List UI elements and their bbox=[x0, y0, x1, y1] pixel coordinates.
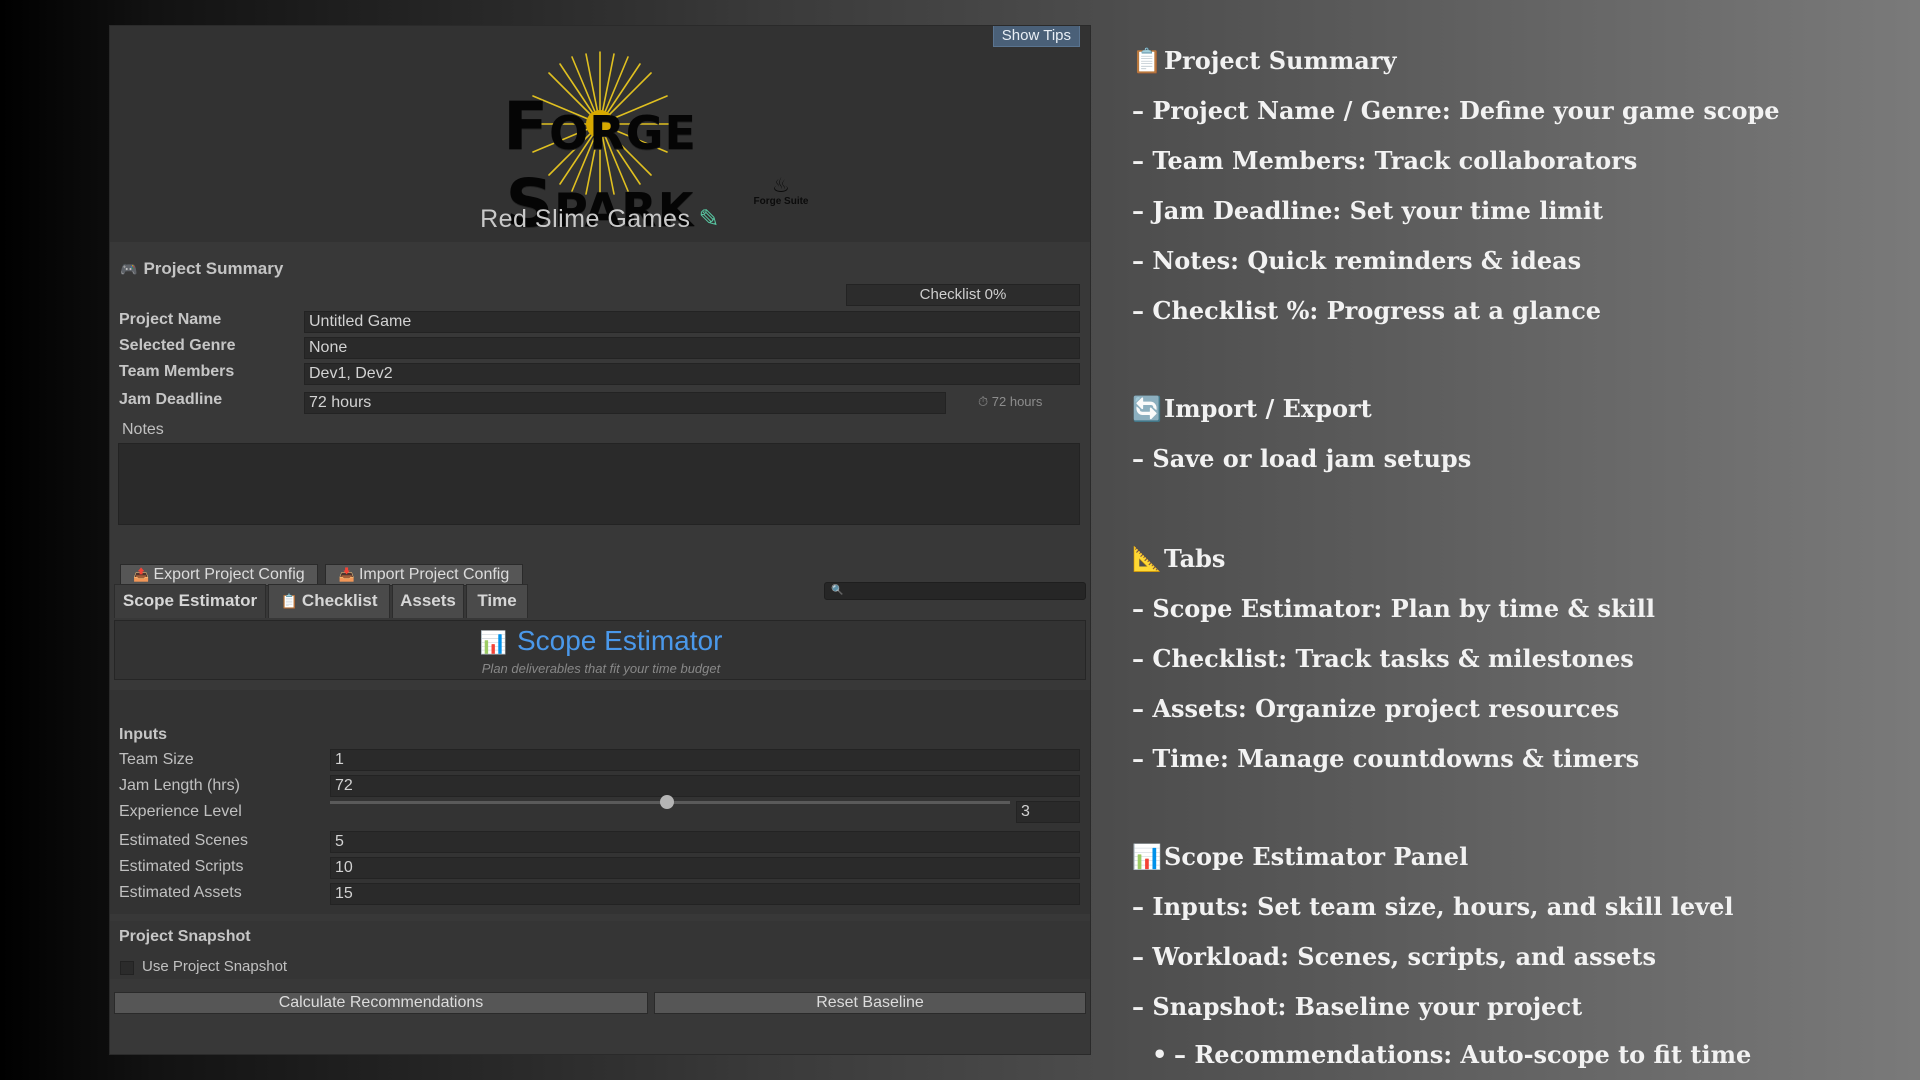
jam-deadline-field[interactable]: 72 hours bbox=[304, 392, 946, 414]
tab-checklist[interactable]: 📋 Checklist bbox=[268, 584, 390, 618]
tip-item: – Checklist %: Progress at a glance bbox=[1132, 296, 1602, 325]
tip-item: – Checklist: Track tasks & milestones bbox=[1132, 644, 1634, 673]
tip-item: – Jam Deadline: Set your time limit bbox=[1132, 196, 1604, 225]
jam-length-field[interactable]: 72 bbox=[330, 775, 1080, 797]
tip-item: – Save or load jam setups bbox=[1132, 444, 1472, 473]
search-icon: 🔍 bbox=[831, 585, 844, 596]
show-tips-button[interactable]: Show Tips bbox=[992, 26, 1080, 47]
tip-item: – Project Name / Genre: Define your game… bbox=[1132, 96, 1780, 125]
jam-deadline-label: Jam Deadline bbox=[119, 391, 223, 408]
tab-time[interactable]: Time bbox=[466, 584, 528, 618]
notes-label: Notes bbox=[122, 421, 164, 438]
reset-baseline-button[interactable]: Reset Baseline bbox=[654, 992, 1086, 1014]
forge-spark-panel: Show Tips Forge Spark ♨ Forge Suite Red … bbox=[110, 26, 1090, 1054]
estimated-scripts-field[interactable]: 10 bbox=[330, 857, 1080, 879]
search-input[interactable]: 🔍 bbox=[824, 582, 1086, 600]
import-icon: 📥 bbox=[338, 567, 355, 582]
scope-estimator-title: 📊 Scope Estimator bbox=[479, 625, 723, 656]
clipboard-icon: 📋 bbox=[1132, 47, 1162, 75]
scope-estimator-header: 📊 Scope Estimator Plan deliverables that … bbox=[114, 620, 1086, 680]
studio-name: Red Slime Games ✎ bbox=[110, 204, 1090, 234]
use-snapshot-checkbox[interactable] bbox=[120, 961, 134, 975]
tip-item: – Workload: Scenes, scripts, and assets bbox=[1132, 942, 1657, 971]
project-snapshot-section: Project Snapshot Use Project Snapshot bbox=[110, 921, 1090, 979]
experience-level-field[interactable]: 3 bbox=[1016, 801, 1080, 823]
export-config-button[interactable]: 📤 Export Project Config bbox=[120, 564, 318, 586]
export-icon: 📤 bbox=[133, 567, 150, 582]
project-name-field[interactable]: Untitled Game bbox=[304, 311, 1080, 333]
forge-suite-mark: ♨ Forge Suite bbox=[746, 176, 816, 207]
tip-heading-tabs: 📐Tabs bbox=[1132, 544, 1226, 573]
scope-estimator-subtitle: Plan deliverables that fit your time bud… bbox=[481, 661, 721, 676]
team-members-field[interactable]: Dev1, Dev2 bbox=[304, 363, 1080, 385]
panel-header: Show Tips Forge Spark ♨ Forge Suite Red … bbox=[110, 26, 1090, 242]
bar-chart-icon: 📊 bbox=[479, 630, 507, 655]
tip-item-bulleted: • – Recommendations: Auto-scope to fit ti… bbox=[1152, 1040, 1752, 1069]
gamepad-icon: 🎮 bbox=[120, 261, 138, 277]
tab-scope-estimator[interactable]: Scope Estimator bbox=[114, 584, 266, 618]
import-config-button[interactable]: 📥 Import Project Config bbox=[325, 564, 523, 586]
clipboard-icon: 📋 bbox=[280, 593, 298, 609]
calculate-recommendations-button[interactable]: Calculate Recommendations bbox=[114, 992, 648, 1014]
studio-label: Red Slime Games bbox=[480, 205, 691, 233]
refresh-icon: 🔄 bbox=[1132, 395, 1162, 423]
inputs-section: Inputs Team Size 1 Jam Length (hrs) 72 E… bbox=[110, 690, 1090, 914]
deadline-hint: ⏱ 72 hours bbox=[978, 394, 1043, 409]
tip-item: – Inputs: Set team size, hours, and skil… bbox=[1132, 892, 1734, 921]
estimated-assets-label: Estimated Assets bbox=[119, 884, 242, 901]
tip-item: – Assets: Organize project resources bbox=[1132, 694, 1620, 723]
project-snapshot-title: Project Snapshot bbox=[119, 928, 251, 945]
estimated-scripts-label: Estimated Scripts bbox=[119, 858, 244, 875]
tip-item: – Team Members: Track collaborators bbox=[1132, 146, 1638, 175]
tip-item: – Snapshot: Baseline your project bbox=[1132, 992, 1583, 1021]
tab-assets[interactable]: Assets bbox=[392, 584, 464, 618]
experience-level-label: Experience Level bbox=[119, 803, 242, 820]
pencil-icon: ✎ bbox=[698, 205, 720, 233]
tip-item: – Notes: Quick reminders & ideas bbox=[1132, 246, 1582, 275]
tip-heading-project-summary: 📋Project Summary bbox=[1132, 46, 1397, 75]
checklist-progress: Checklist 0% bbox=[846, 284, 1080, 306]
estimated-scenes-label: Estimated Scenes bbox=[119, 832, 248, 849]
project-name-label: Project Name bbox=[119, 311, 222, 328]
jam-length-label: Jam Length (hrs) bbox=[119, 777, 240, 794]
team-members-label: Team Members bbox=[119, 363, 235, 380]
tip-heading-import-export: 🔄Import / Export bbox=[1132, 394, 1372, 423]
selected-genre-field[interactable]: None bbox=[304, 337, 1080, 359]
experience-level-slider[interactable] bbox=[110, 726, 1090, 809]
tip-item: – Time: Manage countdowns & timers bbox=[1132, 744, 1640, 773]
project-summary-title: 🎮 Project Summary bbox=[120, 259, 284, 278]
timer-icon: ⏱ bbox=[978, 394, 989, 409]
tip-heading-scope-estimator-panel: 📊Scope Estimator Panel bbox=[1132, 842, 1469, 871]
notes-textarea[interactable] bbox=[118, 443, 1080, 525]
tip-item: – Scope Estimator: Plan by time & skill bbox=[1132, 594, 1655, 623]
forge-spark-logo: Forge Spark ♨ Forge Suite bbox=[400, 44, 809, 242]
selected-genre-label: Selected Genre bbox=[119, 337, 236, 354]
bullet-icon: • bbox=[1152, 1040, 1168, 1069]
bar-chart-icon: 📊 bbox=[1132, 843, 1162, 871]
flame-icon: ♨ bbox=[772, 175, 790, 197]
estimated-assets-field[interactable]: 15 bbox=[330, 883, 1080, 905]
triangle-ruler-icon: 📐 bbox=[1132, 545, 1162, 573]
use-snapshot-label: Use Project Snapshot bbox=[142, 958, 288, 975]
slider-thumb[interactable] bbox=[660, 795, 674, 809]
estimated-scenes-field[interactable]: 5 bbox=[330, 831, 1080, 853]
